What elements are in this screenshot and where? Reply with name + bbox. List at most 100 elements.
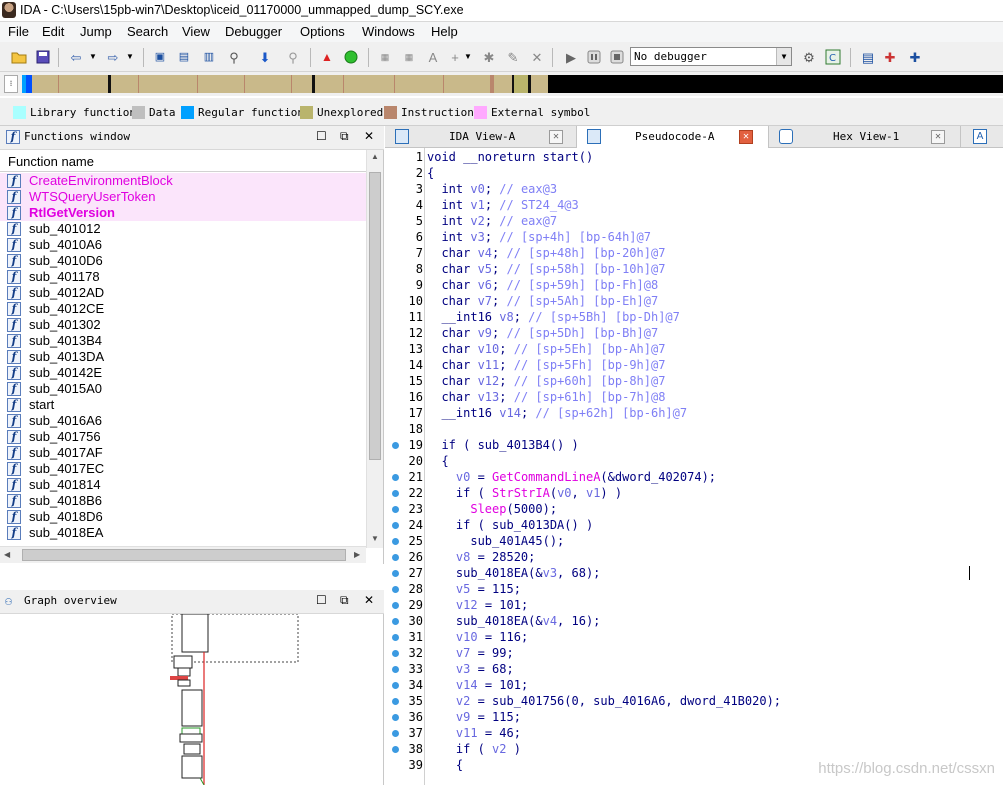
breakpoint-dot-icon[interactable]: [392, 474, 399, 481]
function-list-item[interactable]: f WTSQueryUserToken: [0, 189, 366, 205]
code-line[interactable]: 24 if ( sub_4013DA() ): [385, 517, 1003, 533]
breakpoint-dot-icon[interactable]: [392, 442, 399, 449]
code-line[interactable]: 18: [385, 421, 1003, 437]
code-line[interactable]: 2{: [385, 165, 1003, 181]
code-line[interactable]: 9 char v6; // [sp+59h] [bp-Fh]@8: [385, 277, 1003, 293]
breakpoint-dot-icon[interactable]: [392, 746, 399, 753]
make-string-icon[interactable]: A: [424, 48, 442, 66]
function-list-item[interactable]: f sub_4013B4: [0, 333, 366, 349]
function-list-item[interactable]: f sub_4016A6: [0, 413, 366, 429]
code-line[interactable]: 4 int v1; // ST24_4@3: [385, 197, 1003, 213]
menu-windows[interactable]: Windows: [362, 24, 415, 39]
function-list-item[interactable]: f sub_4017AF: [0, 445, 366, 461]
make-code-icon[interactable]: ▦: [376, 48, 394, 66]
code-line[interactable]: 5 int v2; // eax@7: [385, 213, 1003, 229]
code-line[interactable]: 30 sub_4018EA(&v4, 16);: [385, 613, 1003, 629]
tab-hex-view-1[interactable]: Hex View-1 ✕: [769, 126, 961, 148]
play-icon[interactable]: ▶: [562, 48, 580, 66]
binoculars-icon[interactable]: ▣: [151, 48, 169, 66]
forward-arrow-icon[interactable]: ⇨: [104, 48, 122, 66]
function-list-item[interactable]: f sub_401012: [0, 221, 366, 237]
function-list-item[interactable]: f sub_401302: [0, 317, 366, 333]
code-line[interactable]: 15 char v12; // [sp+60h] [bp-8h]@7: [385, 373, 1003, 389]
tab-pseudocode-a[interactable]: Pseudocode-A ✕: [577, 126, 769, 148]
close-tab-icon[interactable]: ✕: [739, 130, 753, 144]
function-list-item[interactable]: f sub_401178: [0, 269, 366, 285]
scroll-thumb[interactable]: [22, 549, 346, 561]
code-line[interactable]: 14 char v11; // [sp+5Fh] [bp-9h]@7: [385, 357, 1003, 373]
code-line[interactable]: 37 v11 = 46;: [385, 725, 1003, 741]
nav-band-menu-icon[interactable]: ⁝: [4, 75, 18, 93]
scroll-up-icon[interactable]: ▲: [371, 152, 379, 161]
breakpoint-dot-icon[interactable]: [392, 634, 399, 641]
scroll-down-icon[interactable]: ▼: [371, 534, 379, 543]
menu-options[interactable]: Options: [300, 24, 345, 39]
graph-overview-canvas[interactable]: [0, 614, 384, 785]
back-arrow-icon[interactable]: ⇦: [67, 48, 85, 66]
function-list-item[interactable]: f sub_4013DA: [0, 349, 366, 365]
tab-ida-view-a[interactable]: IDA View-A ✕: [385, 126, 577, 148]
scroll-thumb[interactable]: [369, 172, 381, 460]
code-line[interactable]: 31 v10 = 116;: [385, 629, 1003, 645]
code-line[interactable]: 32 v7 = 99;: [385, 645, 1003, 661]
functions-column-header[interactable]: Function name: [0, 150, 366, 172]
chevron-down-icon[interactable]: ▼: [84, 48, 102, 66]
code-line[interactable]: 11 __int16 v8; // [sp+5Bh] [bp-Dh]@7: [385, 309, 1003, 325]
function-list-item[interactable]: f CreateEnvironmentBlock: [0, 173, 366, 189]
code-line[interactable]: 34 v14 = 101;: [385, 677, 1003, 693]
function-list-item[interactable]: f sub_4012AD: [0, 285, 366, 301]
pause-icon[interactable]: [585, 48, 603, 66]
code-line[interactable]: 19 if ( sub_4013B4() ): [385, 437, 1003, 453]
menu-search[interactable]: Search: [127, 24, 168, 39]
function-list-item[interactable]: f sub_4015A0: [0, 381, 366, 397]
menu-edit[interactable]: Edit: [42, 24, 64, 39]
function-list-item[interactable]: f start: [0, 397, 366, 413]
function-list-item[interactable]: f sub_4018D6: [0, 509, 366, 525]
breakpoint-dot-icon[interactable]: [392, 618, 399, 625]
search-disabled-icon[interactable]: ⚲: [284, 48, 302, 66]
breakpoint-dot-icon[interactable]: [392, 698, 399, 705]
code-line[interactable]: 3 int v0; // eax@3: [385, 181, 1003, 197]
breakpoint-dot-icon[interactable]: [392, 506, 399, 513]
breakpoint-dot-icon[interactable]: [392, 538, 399, 545]
code-line[interactable]: 36 v9 = 115;: [385, 709, 1003, 725]
menu-jump[interactable]: Jump: [80, 24, 112, 39]
functions-vertical-scrollbar[interactable]: ▲ ▼: [366, 150, 383, 548]
debugger-select[interactable]: No debugger ▼: [630, 47, 792, 66]
function-list-item[interactable]: f sub_4018EA: [0, 525, 366, 541]
function-list-item[interactable]: f sub_40142E: [0, 365, 366, 381]
column-function-name[interactable]: Function name: [8, 154, 94, 169]
function-list-item[interactable]: f sub_4017EC: [0, 461, 366, 477]
breakpoint-icon[interactable]: ✚: [881, 48, 899, 66]
code-line[interactable]: 20 {: [385, 453, 1003, 469]
code-line[interactable]: 23 Sleep(5000);: [385, 501, 1003, 517]
function-list-item[interactable]: f sub_401814: [0, 477, 366, 493]
text-search-icon[interactable]: ▤: [175, 48, 193, 66]
chevron-down-icon[interactable]: ▼: [459, 48, 477, 66]
add-watch-icon[interactable]: ✚: [906, 48, 924, 66]
code-line[interactable]: 25 sub_401A45();: [385, 533, 1003, 549]
binary-search-icon[interactable]: ▥: [200, 48, 218, 66]
code-line[interactable]: 22 if ( StrStrIA(v0, v1) ): [385, 485, 1003, 501]
restore-window-icon[interactable]: ☐: [316, 593, 327, 607]
stop-icon[interactable]: [608, 48, 626, 66]
chevron-down-icon[interactable]: ▼: [121, 48, 139, 66]
close-tab-icon[interactable]: ✕: [931, 130, 945, 144]
make-data-icon[interactable]: ▦: [400, 48, 418, 66]
function-list-item[interactable]: f sub_4010A6: [0, 237, 366, 253]
code-line[interactable]: 26 v8 = 28520;: [385, 549, 1003, 565]
breakpoint-dot-icon[interactable]: [392, 666, 399, 673]
function-list-item[interactable]: f sub_4010D6: [0, 253, 366, 269]
float-window-icon[interactable]: ⧉: [340, 593, 349, 608]
navigation-band-strip[interactable]: [22, 75, 1003, 93]
code-line[interactable]: 12 char v9; // [sp+5Dh] [bp-Bh]@7: [385, 325, 1003, 341]
breakpoint-dot-icon[interactable]: [392, 490, 399, 497]
code-line[interactable]: 29 v12 = 101;: [385, 597, 1003, 613]
attach-process-icon[interactable]: C: [824, 48, 842, 66]
code-line[interactable]: 35 v2 = sub_401756(0, sub_4016A6, dword_…: [385, 693, 1003, 709]
breakpoint-dot-icon[interactable]: [392, 586, 399, 593]
chevron-down-icon[interactable]: ▼: [776, 48, 791, 65]
pseudocode-view[interactable]: 1 void __noreturn start() 2{3 int v0; // e…: [385, 148, 1003, 785]
function-list-item[interactable]: f sub_401756: [0, 429, 366, 445]
warning-triangle-icon[interactable]: ▲: [318, 48, 336, 66]
